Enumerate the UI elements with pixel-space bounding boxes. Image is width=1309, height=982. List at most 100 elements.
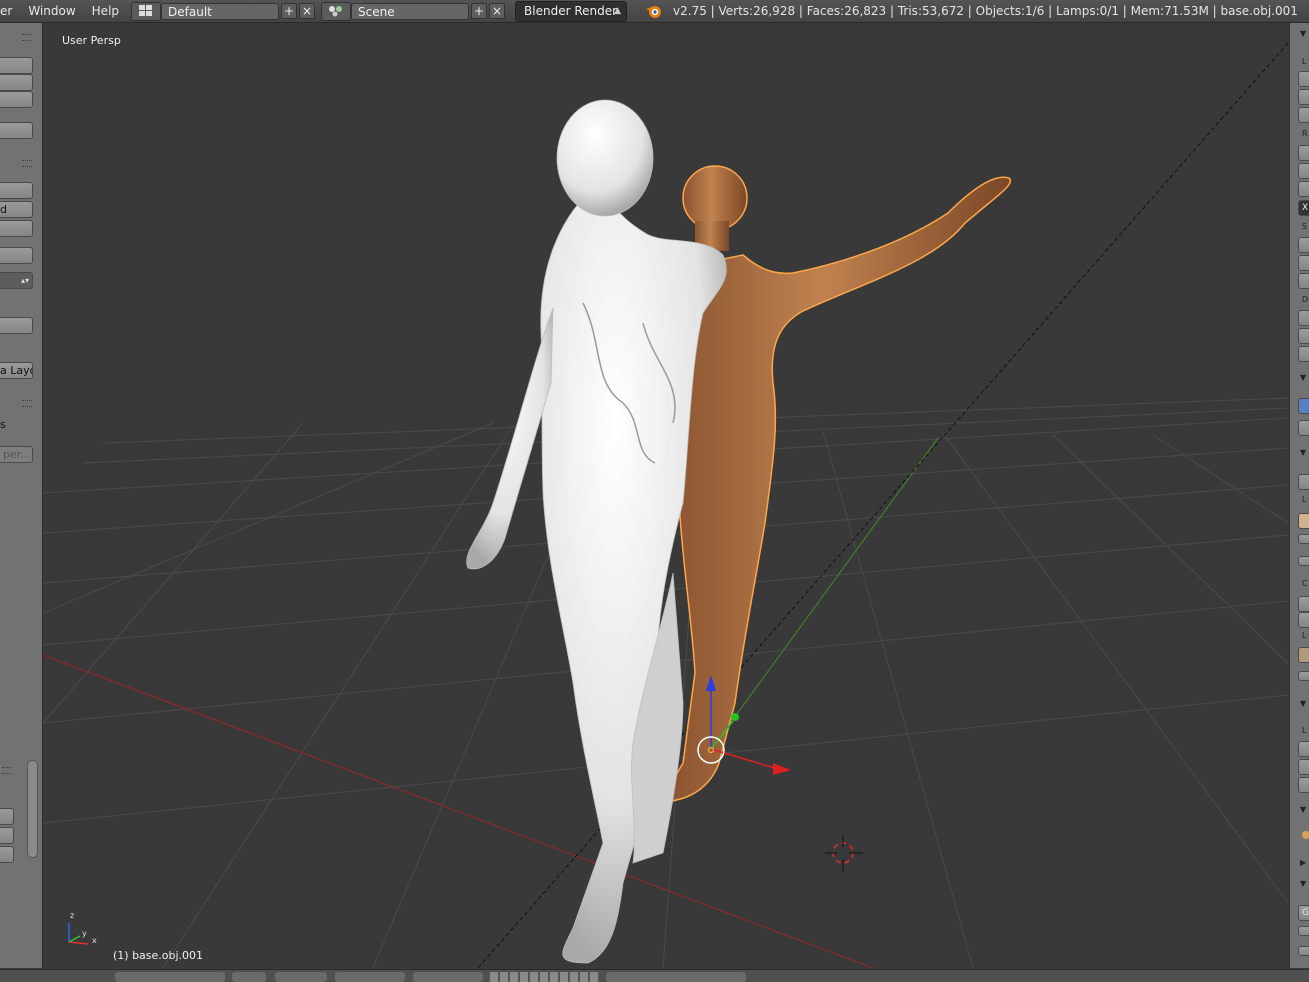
- tool-label-partial: a Layo: [0, 364, 33, 377]
- value-field[interactable]: [1298, 163, 1309, 179]
- axis-label-y: y: [82, 929, 87, 938]
- 3d-cursor-icon: [825, 835, 863, 873]
- tool-button[interactable]: [0, 57, 33, 74]
- tool-button[interactable]: [0, 74, 33, 91]
- checkbox[interactable]: [1298, 946, 1309, 956]
- panel-label-partial: S: [1302, 222, 1308, 231]
- value-field[interactable]: [1298, 107, 1309, 123]
- scrollbar[interactable]: [27, 760, 38, 858]
- axis-label-z: z: [70, 911, 75, 920]
- group-button[interactable]: G: [1298, 905, 1309, 921]
- value-field[interactable]: [1298, 89, 1309, 105]
- collapse-triangle-icon[interactable]: ▼: [1300, 29, 1306, 38]
- collapse-triangle-icon[interactable]: ▼: [1300, 448, 1306, 457]
- checkbox[interactable]: [1298, 534, 1309, 544]
- tool-button-partial[interactable]: d: [0, 201, 33, 218]
- rotation-mode-field[interactable]: X: [1298, 200, 1309, 216]
- collapse-triangle-icon[interactable]: ▼: [1300, 879, 1306, 888]
- checkbox[interactable]: [1298, 556, 1309, 566]
- tool-label-partial: d: [0, 203, 7, 216]
- value-field[interactable]: [1298, 181, 1309, 197]
- panel-label-partial: L: [1302, 495, 1307, 504]
- delete-scene-button[interactable]: ×: [489, 3, 506, 19]
- scene-icon[interactable]: [321, 1, 352, 21]
- info-header: er Window Help Default + × Scene + × Ble…: [0, 0, 1309, 23]
- icon-button[interactable]: [1298, 420, 1309, 436]
- blender-logo-icon: [645, 3, 662, 19]
- panel-grip-icon[interactable]: [22, 160, 32, 167]
- panel-label-partial: G: [1302, 908, 1309, 918]
- value-field[interactable]: [1298, 310, 1309, 326]
- panel-label-partial: C: [1302, 579, 1308, 588]
- arrow-button[interactable]: [0, 846, 14, 863]
- icon-button[interactable]: [1298, 647, 1309, 663]
- screen-layout-icon[interactable]: [131, 1, 162, 21]
- view-name: User Persp: [62, 34, 121, 47]
- expand-triangle-icon[interactable]: ▶: [1300, 858, 1306, 867]
- tool-button[interactable]: [0, 247, 33, 264]
- value-field[interactable]: [1298, 328, 1309, 344]
- panel-grip-icon[interactable]: [22, 400, 32, 407]
- menu-help[interactable]: Help: [84, 4, 127, 18]
- collapse-triangle-icon[interactable]: ▼: [1300, 699, 1306, 708]
- add-screen-button[interactable]: +: [281, 3, 298, 19]
- tool-button[interactable]: [0, 182, 33, 199]
- checkbox[interactable]: [1298, 926, 1309, 936]
- arrow-button[interactable]: [0, 808, 14, 825]
- value-field[interactable]: [1298, 612, 1309, 628]
- scene-selector: Scene + ×: [321, 1, 506, 21]
- properties-panel: ▼ L R X S D ▼ ▼ L C L ▼ L ▼ ▶ ▼ G: [1289, 23, 1309, 968]
- screen-layout-field[interactable]: Default: [161, 2, 280, 20]
- layout-grid-icon: [139, 5, 153, 16]
- delete-screen-button[interactable]: ×: [299, 3, 316, 19]
- panel-label-partial: X: [1302, 203, 1309, 213]
- value-field[interactable]: [1298, 255, 1309, 271]
- panel-grip-icon[interactable]: [2, 767, 12, 774]
- add-scene-button[interactable]: +: [471, 3, 488, 19]
- panel-grip-icon[interactable]: [22, 34, 32, 41]
- toggle-button[interactable]: [1298, 398, 1309, 414]
- 3d-viewport[interactable]: z y x User Persp (1) base.obj.001: [43, 23, 1288, 968]
- tool-button[interactable]: [0, 122, 33, 139]
- panel-title-partial: s: [0, 418, 6, 431]
- menu-file-partial[interactable]: er: [0, 4, 20, 18]
- panel-label-partial: D: [1302, 295, 1309, 304]
- scene-statistics: v2.75 | Verts:26,928 | Faces:26,823 | Tr…: [673, 4, 1298, 18]
- value-field[interactable]: [1298, 273, 1309, 289]
- scene-field[interactable]: Scene: [351, 2, 470, 20]
- value-field[interactable]: [1298, 346, 1309, 362]
- collapse-triangle-icon[interactable]: ▼: [1300, 373, 1306, 382]
- collapse-triangle-icon[interactable]: ▼: [1300, 805, 1306, 814]
- collada-layout-button[interactable]: a Layo: [0, 362, 33, 379]
- tool-button-disabled[interactable]: per...: [0, 446, 33, 463]
- value-field[interactable]: [1298, 145, 1309, 161]
- menu-window[interactable]: Window: [20, 4, 83, 18]
- checkbox[interactable]: [1298, 671, 1309, 681]
- active-object-label: (1) base.obj.001: [113, 949, 204, 962]
- material-icon: [1298, 829, 1309, 845]
- tool-shelf: d ▴▾ a Layo s per...: [0, 23, 43, 968]
- value-field[interactable]: [1298, 237, 1309, 253]
- dropdown-arrow-icon: ▲: [614, 5, 622, 16]
- tool-button[interactable]: [0, 317, 33, 334]
- value-field[interactable]: [1298, 474, 1309, 490]
- value-field[interactable]: [1298, 71, 1309, 87]
- material-icon-button[interactable]: [1298, 513, 1309, 529]
- render-engine-label: Blender Render: [524, 3, 618, 18]
- render-engine-dropdown[interactable]: Blender Render ▲: [515, 0, 628, 22]
- axis-label-x: x: [92, 936, 97, 945]
- 3d-view-header: [0, 969, 1309, 982]
- tool-label-partial: per...: [3, 448, 31, 461]
- arrow-button[interactable]: [0, 827, 14, 844]
- value-field[interactable]: [1298, 777, 1309, 793]
- screen-layout-selector: Default + ×: [131, 1, 316, 21]
- tool-button[interactable]: [0, 91, 33, 108]
- tool-dropdown[interactable]: ▴▾: [0, 272, 33, 289]
- value-field[interactable]: [1298, 596, 1309, 612]
- panel-label-partial: R: [1302, 129, 1308, 138]
- tool-button[interactable]: [0, 220, 33, 237]
- value-field[interactable]: [1298, 759, 1309, 775]
- panel-label-partial: L: [1302, 726, 1307, 735]
- value-field[interactable]: [1298, 741, 1309, 757]
- viewport-scene: [43, 42, 1288, 968]
